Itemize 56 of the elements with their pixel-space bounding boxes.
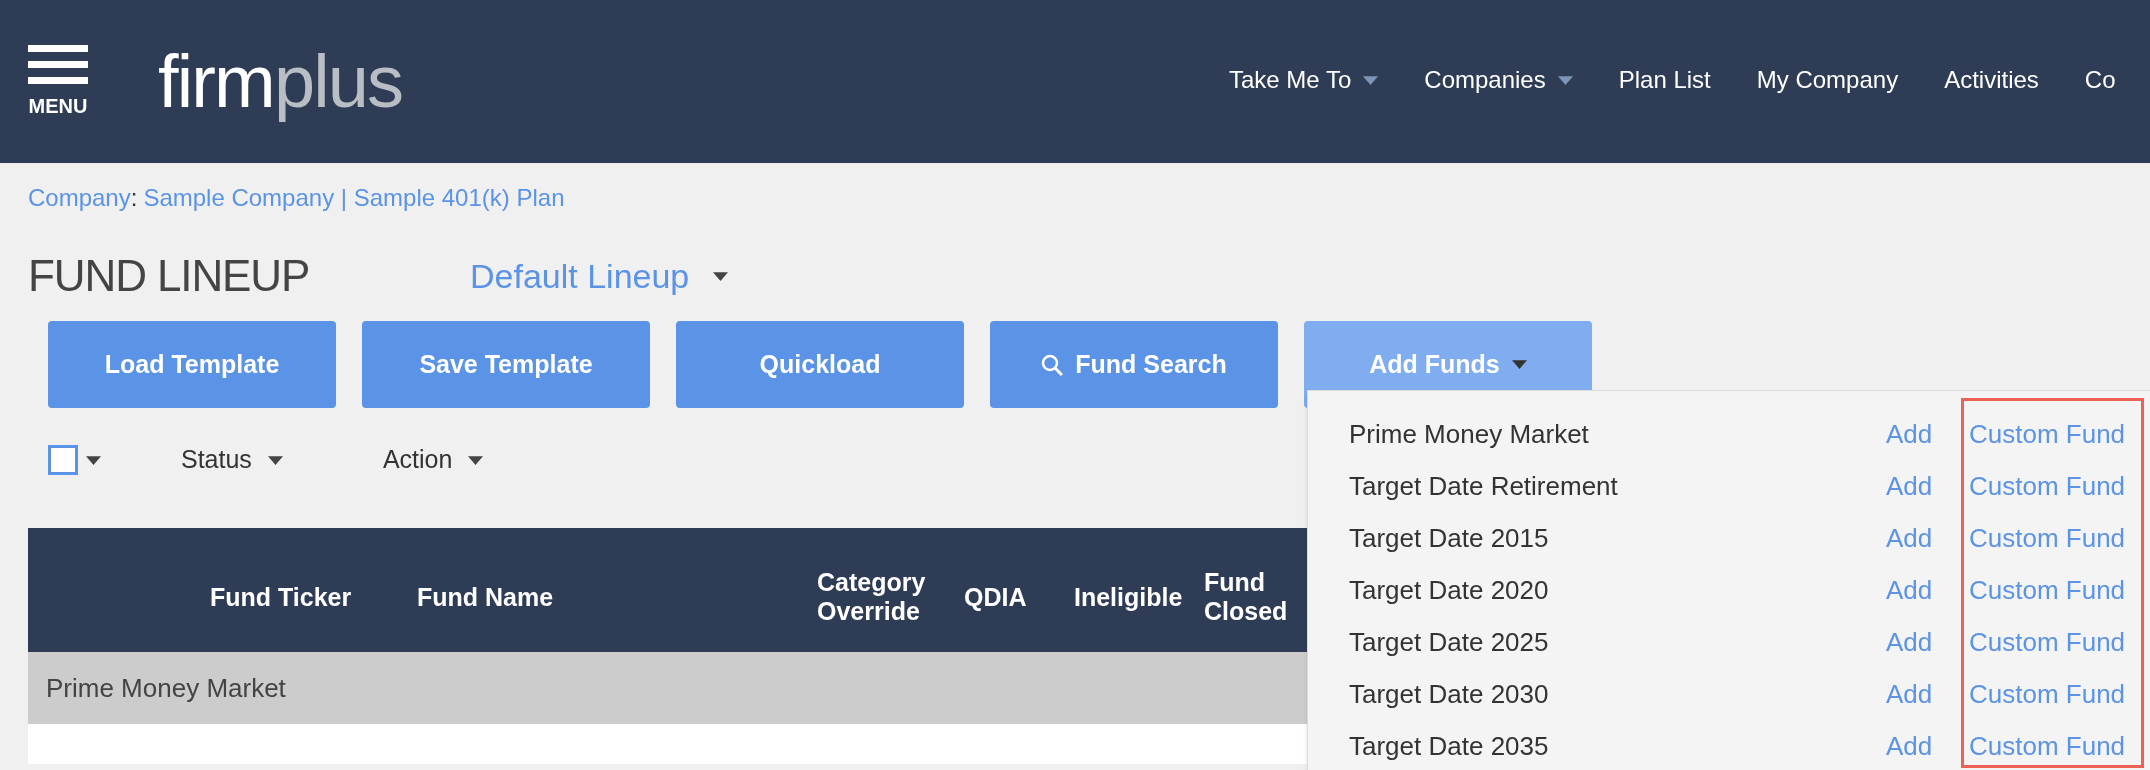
- column-header[interactable]: Fund Ticker: [210, 582, 417, 612]
- add-link[interactable]: Add: [1886, 466, 1969, 506]
- nav-link[interactable]: Plan List: [1618, 62, 1711, 98]
- custom-fund-link[interactable]: Custom Fund: [1969, 414, 2126, 454]
- action-button[interactable]: Quickload: [676, 321, 964, 408]
- nav-link[interactable]: Companies: [1424, 62, 1573, 98]
- action-button[interactable]: Load Template: [48, 321, 336, 408]
- column-header[interactable]: QDIA: [964, 582, 1027, 612]
- fund-name: Target Date 2015: [1349, 521, 1550, 555]
- breadcrumb-separator: :: [130, 183, 138, 213]
- nav-link[interactable]: Activities: [1944, 62, 2039, 98]
- caret-icon: [468, 455, 484, 465]
- caret-icon: [1363, 75, 1379, 85]
- action-button[interactable]: Fund Search: [990, 321, 1278, 408]
- column-header[interactable]: Fund Closed: [1204, 568, 1288, 626]
- add-link[interactable]: Add: [1886, 414, 1969, 454]
- menu-button[interactable]: MENU: [28, 42, 88, 121]
- column-header[interactable]: Ineligible: [1074, 582, 1183, 612]
- custom-fund-link[interactable]: Custom Fund: [1969, 622, 2126, 662]
- nav-link[interactable]: Co: [2084, 62, 2116, 98]
- action-button[interactable]: Save Template: [362, 321, 650, 408]
- add-link[interactable]: Add: [1886, 518, 1969, 558]
- fund-name: Target Date 2020: [1349, 573, 1550, 607]
- fund-name: Target Date 2030: [1349, 677, 1550, 711]
- breadcrumb-link[interactable]: Sample Company | Sample 401(k) Plan: [143, 180, 565, 216]
- fund-name: Target Date 2025: [1349, 625, 1550, 659]
- select-all-checkbox[interactable]: [48, 445, 78, 475]
- add-link[interactable]: Add: [1886, 674, 1969, 714]
- nav-link[interactable]: My Company: [1756, 62, 1899, 98]
- column-header[interactable]: Category Override: [817, 568, 926, 626]
- group-title: Prime Money Market: [46, 671, 286, 705]
- menu-icon: [28, 42, 88, 87]
- page-title: FUND LINEUP: [28, 250, 311, 302]
- column-header[interactable]: Fund Name: [417, 582, 817, 612]
- search-icon: [1041, 353, 1064, 376]
- status-dropdown[interactable]: Status: [181, 441, 283, 479]
- caret-icon: [1557, 75, 1573, 85]
- fund-name: Target Date Retirement: [1349, 469, 1619, 503]
- action-dropdown[interactable]: Action: [382, 441, 484, 479]
- custom-fund-link[interactable]: Custom Fund: [1969, 466, 2126, 506]
- lineup-dropdown[interactable]: Default Lineup: [470, 250, 729, 302]
- fund-name: Prime Money Market: [1349, 417, 1590, 451]
- nav-link[interactable]: Take Me To: [1229, 62, 1379, 98]
- custom-fund-link[interactable]: Custom Fund: [1969, 570, 2126, 610]
- custom-fund-link[interactable]: Custom Fund: [1969, 726, 2126, 766]
- caret-icon: [1511, 360, 1527, 369]
- caret-icon: [713, 271, 729, 281]
- caret-icon: [267, 455, 283, 465]
- breadcrumb-link[interactable]: Company: [28, 180, 131, 216]
- add-link[interactable]: Add: [1886, 726, 1969, 766]
- custom-fund-link[interactable]: Custom Fund: [1969, 674, 2126, 714]
- caret-icon: [86, 455, 101, 465]
- add-link[interactable]: Add: [1886, 570, 1969, 610]
- add-link[interactable]: Add: [1886, 622, 1969, 662]
- fund-name: Target Date 2035: [1349, 729, 1550, 763]
- custom-fund-link[interactable]: Custom Fund: [1969, 518, 2126, 558]
